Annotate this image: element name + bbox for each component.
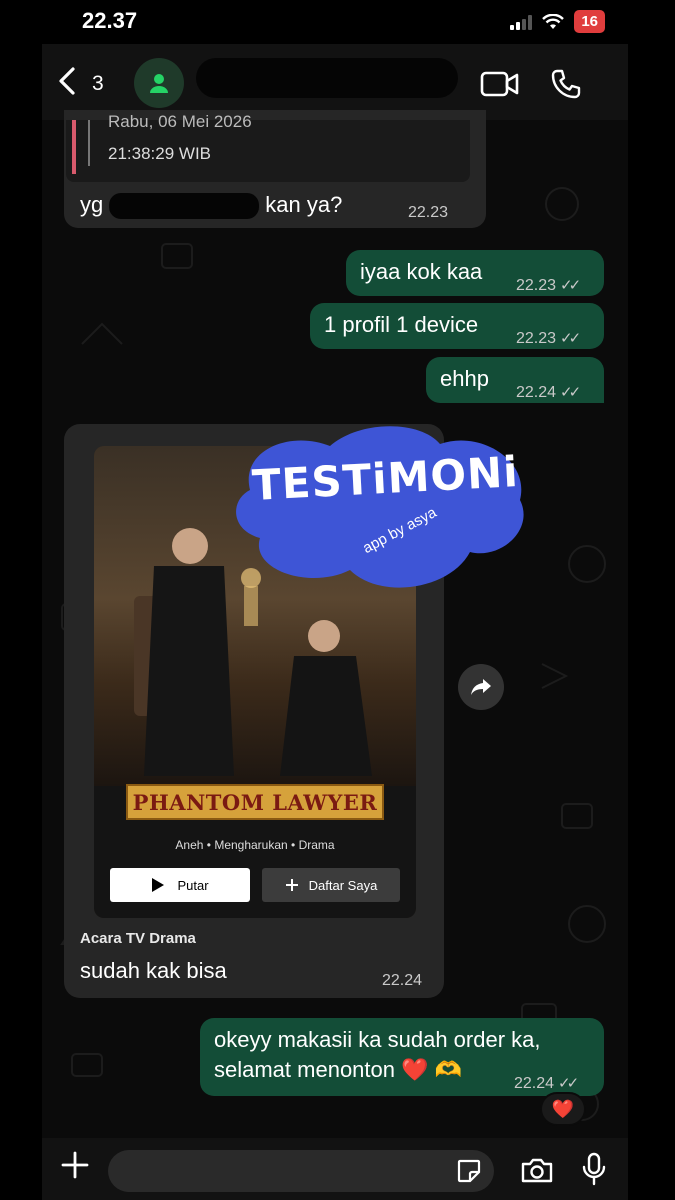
chat-header: 3 bbox=[42, 44, 628, 120]
time-value: 22.23 bbox=[516, 330, 557, 347]
status-bar: 22.37 16 bbox=[0, 0, 675, 44]
message-text: sudah kak bisa bbox=[80, 958, 227, 983]
message-text: yg kan ya? bbox=[80, 192, 343, 220]
message-time: 22.23 ✓✓ bbox=[516, 272, 581, 300]
poster-title-plate: PHANTOM LAWYER bbox=[126, 784, 384, 820]
message-text: iyaa kok kaa bbox=[360, 259, 483, 284]
media-caption: Acara TV Drama bbox=[80, 930, 196, 947]
message-bubble[interactable]: 1 profil 1 device 22.23 ✓✓ bbox=[310, 303, 604, 349]
read-ticks-icon: ✓✓ bbox=[560, 277, 581, 294]
message-text: 1 profil 1 device bbox=[324, 312, 479, 337]
message-text-end: kan ya? bbox=[265, 192, 343, 217]
sticker-icon[interactable] bbox=[456, 1158, 482, 1184]
message-input[interactable] bbox=[124, 1158, 444, 1184]
message-text-line: okeyy makasii ka sudah order ka, bbox=[214, 1027, 541, 1052]
read-ticks-icon: ✓✓ bbox=[560, 330, 581, 347]
read-ticks-icon: ✓✓ bbox=[558, 1075, 579, 1092]
quote-divider bbox=[88, 120, 90, 166]
message-bubble[interactable]: ehhp 22.24 ✓✓ bbox=[426, 357, 604, 403]
forward-button[interactable] bbox=[458, 664, 504, 710]
unread-count[interactable]: 3 bbox=[92, 72, 104, 96]
play-icon bbox=[152, 878, 165, 892]
message-time: 22.24 ✓✓ bbox=[516, 379, 581, 407]
message-composer bbox=[42, 1138, 628, 1200]
time-value: 22.24 bbox=[516, 384, 557, 401]
message-text: ehhp bbox=[440, 366, 489, 391]
message-bubble[interactable]: okeyy makasii ka sudah order ka, selamat… bbox=[200, 1018, 604, 1096]
chevron-left-icon[interactable] bbox=[56, 66, 78, 96]
person-icon bbox=[150, 74, 168, 93]
phone-icon[interactable] bbox=[550, 68, 582, 100]
mic-icon[interactable] bbox=[582, 1152, 606, 1186]
message-bubble[interactable]: iyaa kok kaa 22.23 ✓✓ bbox=[346, 250, 604, 296]
contact-name-redacted[interactable] bbox=[196, 58, 458, 98]
redacted-text bbox=[109, 193, 260, 220]
poster-title: PHANTOM LAWYER bbox=[132, 789, 378, 815]
message-input-wrapper bbox=[108, 1150, 494, 1192]
message-time: 22.23 bbox=[408, 204, 449, 221]
wifi-icon bbox=[542, 13, 565, 29]
heart-reaction[interactable]: ❤️ bbox=[540, 1092, 586, 1126]
quoted-date: Rabu, 06 Mei 2026 bbox=[108, 112, 252, 131]
forward-icon bbox=[471, 679, 491, 695]
play-button[interactable]: Putar bbox=[110, 868, 250, 902]
quoted-message[interactable]: Rabu, 06 Mei 2026 21:38:29 WIB bbox=[66, 112, 470, 182]
message-text-start: yg bbox=[80, 192, 104, 217]
play-label: Putar bbox=[177, 877, 209, 893]
plus-icon bbox=[285, 879, 298, 891]
time-value: 22.23 bbox=[516, 277, 557, 294]
video-call-icon[interactable] bbox=[480, 70, 520, 98]
battery-indicator: 16 bbox=[574, 10, 605, 33]
message-time: 22.24 bbox=[382, 972, 423, 989]
quoted-time: 21:38:29 WIB bbox=[108, 144, 212, 163]
signal-icon bbox=[510, 14, 533, 30]
camera-icon[interactable] bbox=[520, 1156, 554, 1184]
message-time: 22.23 ✓✓ bbox=[516, 325, 581, 353]
my-list-label: Daftar Saya bbox=[308, 877, 378, 893]
message-text-line: selamat menonton ❤️ 🫶 bbox=[214, 1057, 463, 1082]
time-value: 22.24 bbox=[514, 1075, 555, 1092]
phone-frame: 22.37 16 3 Rabu, 06 Mei 2026 21:38:29 WI… bbox=[0, 0, 675, 1200]
read-ticks-icon: ✓✓ bbox=[560, 384, 581, 401]
quote-accent bbox=[72, 120, 76, 174]
status-time: 22.37 bbox=[82, 8, 138, 33]
plus-icon[interactable] bbox=[60, 1150, 90, 1180]
my-list-button[interactable]: Daftar Saya bbox=[262, 868, 400, 902]
poster-genres: Aneh • Mengharukan • Drama bbox=[175, 838, 335, 852]
avatar[interactable] bbox=[134, 58, 184, 108]
